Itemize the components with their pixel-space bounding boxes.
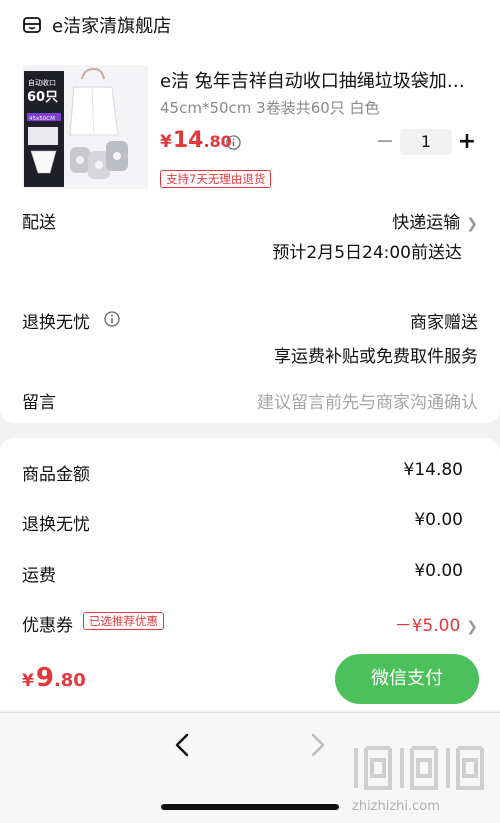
- coupon-selector[interactable]: －¥5.00 ❯: [395, 611, 478, 636]
- return-policy-badge: 支持7天无理由退货: [160, 170, 272, 188]
- shipping-fee-value: ¥0.00: [414, 561, 463, 581]
- coupon-value: －¥5.00: [394, 616, 461, 636]
- store-name: e洁家清旗舰店: [52, 16, 172, 37]
- total-integer: 9: [35, 663, 54, 693]
- coupon-label: 优惠券: [22, 616, 73, 636]
- home-indicator[interactable]: [161, 804, 339, 810]
- total-decimal: .80: [53, 670, 86, 691]
- product-image[interactable]: 自动收口 60只 45x50CM: [22, 65, 148, 189]
- worry-free-desc: 享运费补贴或免费取件服务: [274, 347, 478, 367]
- image-label-1: 自动收口: [28, 78, 56, 87]
- back-arrow-icon[interactable]: [170, 730, 194, 760]
- price-currency: ¥: [160, 132, 172, 152]
- worry-free-fee-label: 退换无忧: [22, 515, 90, 535]
- message-label: 留言: [22, 393, 56, 413]
- store-header[interactable]: e洁家清旗舰店: [22, 12, 171, 38]
- worry-free-info-icon[interactable]: [104, 311, 120, 327]
- worry-free-value: 商家赠送: [410, 313, 478, 333]
- goods-amount-value: ¥14.80: [403, 460, 463, 480]
- delivery-method[interactable]: 快递运输 ❯: [392, 208, 478, 233]
- total-price: ¥ 9 .80: [22, 663, 86, 693]
- image-label-3: 45x50CM: [29, 116, 55, 122]
- coupon-badge: 已选推荐优惠: [83, 612, 164, 630]
- wechat-pay-button[interactable]: 微信支付: [335, 654, 479, 704]
- worry-free-label: 退换无忧: [22, 313, 90, 333]
- price-info-icon[interactable]: [226, 135, 241, 150]
- watermark-text: zhizhizhi.com: [352, 799, 440, 814]
- delivery-eta: 预计2月5日24:00前送达: [272, 243, 462, 263]
- watermark-logo: [354, 746, 484, 790]
- product-spec[interactable]: 45cm*50cm 3卷装共60只 白色: [160, 97, 380, 118]
- delivery-label: 配送: [22, 213, 56, 233]
- quantity-input[interactable]: 1: [400, 129, 452, 155]
- chevron-right-icon: ❯: [466, 619, 478, 635]
- forward-arrow-icon[interactable]: [306, 730, 330, 760]
- image-label-2: 60只: [27, 90, 58, 105]
- price-integer: 14: [172, 128, 204, 153]
- goods-amount-label: 商品金额: [22, 465, 90, 485]
- chevron-right-icon: ❯: [466, 216, 478, 232]
- quantity-decrease-button[interactable]: −: [372, 128, 398, 156]
- shop-icon: [23, 17, 41, 33]
- worry-free-fee-value: ¥0.00: [414, 510, 463, 530]
- total-currency: ¥: [22, 671, 34, 691]
- shipping-fee-label: 运费: [22, 566, 56, 586]
- quantity-increase-button[interactable]: +: [454, 128, 480, 156]
- product-illustration: 自动收口 60只 45x50CM: [22, 65, 148, 189]
- message-input[interactable]: 建议留言前先与商家沟通确认: [257, 388, 478, 413]
- delivery-method-text: 快递运输: [392, 213, 461, 233]
- product-title[interactable]: e洁 兔年吉祥自动收口抽绳垃圾袋加…: [160, 67, 485, 93]
- product-price: ¥ 14 .80: [160, 128, 232, 156]
